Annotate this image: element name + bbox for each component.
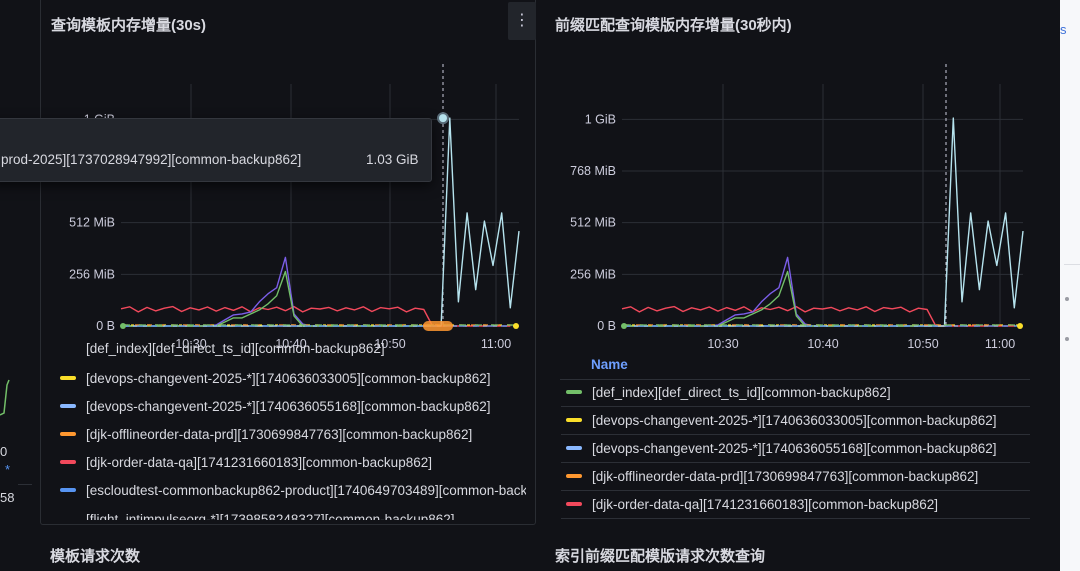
y-tick-label: 1 GiB bbox=[585, 112, 616, 126]
legend-label: [djk-order-data-qa][1741231660183][commo… bbox=[592, 496, 938, 512]
legend-item[interactable]: [djk-offlineorder-data-prd][173069984776… bbox=[60, 422, 526, 446]
chart-query-template-memory[interactable]: 0 B256 MiB512 MiB1 GiB10:3010:4010:5011:… bbox=[41, 40, 531, 360]
legend-color-swatch bbox=[60, 404, 76, 408]
panel-menu-button[interactable]: ⋮ bbox=[508, 2, 536, 40]
legend-item[interactable]: [def_index][def_direct_ts_id][common-bac… bbox=[566, 380, 1030, 404]
left-strip-sparkline bbox=[0, 379, 10, 416]
hover-overlap-marker bbox=[423, 321, 453, 331]
series-start-point bbox=[120, 323, 126, 329]
legend-label: [def_index][def_direct_ts_id][common-bac… bbox=[86, 342, 385, 356]
legend-item[interactable]: [djk-order-data-qa][1741231660183][commo… bbox=[566, 492, 1030, 516]
legend-item[interactable]: [devops-changevent-2025-*][1740636033005… bbox=[60, 366, 526, 390]
legend-item[interactable]: [devops-changevent-2025-*][1740636055168… bbox=[566, 436, 1030, 460]
legend-color-swatch bbox=[566, 418, 582, 422]
legend-item[interactable]: [devops-changevent-2025-*][1740636055168… bbox=[60, 394, 526, 418]
right-strip-dot-icon bbox=[1065, 297, 1069, 301]
legend-label: [djk-offlineorder-data-prd][173069984776… bbox=[86, 426, 473, 442]
legend-color-swatch bbox=[60, 376, 76, 380]
legend-color-swatch bbox=[60, 488, 76, 492]
legend-label: [djk-offlineorder-data-prd][173069984776… bbox=[592, 468, 979, 484]
series-end-point bbox=[513, 323, 519, 329]
legend-item[interactable]: [djk-order-data-qa][1741231660183][commo… bbox=[60, 450, 526, 474]
legend-row-divider bbox=[561, 434, 1030, 435]
legend-label: [devops-changevent-2025-*][1740636055168… bbox=[592, 440, 997, 456]
right-strip: s bbox=[1060, 0, 1080, 571]
right-strip-divider bbox=[1064, 264, 1080, 265]
x-tick-label: 11:00 bbox=[985, 337, 1015, 351]
legend-color-swatch bbox=[566, 390, 582, 394]
y-tick-label: 0 B bbox=[96, 319, 115, 333]
legend-item[interactable]: [devops-changevent-2025-*][1740636033005… bbox=[566, 408, 1030, 432]
legend-color-swatch bbox=[60, 432, 76, 436]
legend-item[interactable]: [djk-offlineorder-data-prd][173069984776… bbox=[566, 464, 1030, 488]
y-tick-label: 256 MiB bbox=[570, 267, 616, 281]
series-line bbox=[622, 256, 928, 327]
legend-label: [escloudtest-commonbackup862-product][17… bbox=[86, 482, 526, 498]
left-strip-star: * bbox=[5, 462, 11, 477]
panel-title: 前缀匹配查询模版内存增量(30秒内) bbox=[555, 17, 792, 34]
y-tick-label: 768 MiB bbox=[570, 164, 616, 178]
legend-label: [djk-order-data-qa][1741231660183][commo… bbox=[86, 454, 432, 470]
series-line bbox=[621, 305, 1015, 327]
legend-label: [devops-changevent-2025-*][1740636033005… bbox=[86, 370, 491, 386]
x-tick-label: 10:40 bbox=[807, 337, 838, 351]
chart-prefix-match-memory[interactable]: 0 B 256 MiB 512 MiB 768 MiB 1 GiB 10:30 10:40 1… bbox=[545, 40, 1035, 360]
panel-title-prefix-template-requests: 索引前缀匹配模版请求次数查询 bbox=[555, 548, 766, 565]
right-strip-label[interactable]: s bbox=[1060, 22, 1067, 37]
y-tick-label: 256 MiB bbox=[69, 267, 115, 281]
left-strip: 0 * 58 bbox=[0, 0, 30, 571]
legend-row-divider bbox=[561, 490, 1030, 491]
legend-row-divider bbox=[561, 462, 1030, 463]
legend-label: [flight_intimpulseorg-*][1739858248327][… bbox=[86, 512, 455, 520]
series-end-point bbox=[1017, 323, 1023, 329]
kebab-menu-icon: ⋮ bbox=[514, 12, 530, 29]
right-strip-dot-icon bbox=[1065, 337, 1069, 341]
legend-label: [devops-changevent-2025-*][1740636055168… bbox=[86, 398, 491, 414]
left-strip-divider bbox=[18, 484, 32, 485]
series-line bbox=[121, 270, 424, 327]
left-strip-value-a: 0 bbox=[0, 444, 8, 459]
y-tick-label: 512 MiB bbox=[570, 216, 616, 230]
panel-title: 查询模板内存增量(30s) bbox=[51, 17, 207, 34]
y-tick-label: 512 MiB bbox=[69, 216, 115, 230]
legend-label: [def_index][def_direct_ts_id][common-bac… bbox=[592, 384, 891, 400]
hover-point bbox=[437, 112, 449, 125]
legend-color-swatch bbox=[566, 446, 582, 450]
legend-partial-top[interactable]: [def_index][def_direct_ts_id][common-bac… bbox=[60, 342, 530, 356]
left-strip-value-b: 58 bbox=[0, 490, 15, 505]
legend-color-swatch bbox=[566, 502, 582, 506]
x-tick-label: 10:30 bbox=[707, 337, 738, 351]
series-line bbox=[121, 256, 424, 327]
x-tick-label: 10:50 bbox=[907, 337, 938, 351]
tooltip-value: 1.03 GiB bbox=[366, 152, 419, 167]
tooltip-series-label: prod-2025][1737028947992][common-backup8… bbox=[1, 152, 302, 167]
legend-label: [devops-changevent-2025-*][1740636033005… bbox=[592, 412, 997, 428]
legend-header-name[interactable]: Name bbox=[591, 357, 628, 372]
series-start-point bbox=[621, 323, 627, 329]
chart-tooltip: prod-2025][1737028947992][common-backup8… bbox=[0, 118, 432, 182]
series-line bbox=[622, 270, 928, 327]
legend-partial-bottom[interactable]: [flight_intimpulseorg-*][1739858248327][… bbox=[60, 510, 530, 520]
y-tick-label: 0 B bbox=[597, 319, 616, 333]
legend-row-divider bbox=[561, 406, 1030, 407]
legend-row-divider bbox=[561, 518, 1030, 519]
legend-item[interactable]: [escloudtest-commonbackup862-product][17… bbox=[60, 478, 526, 502]
panel-title-template-requests: 模板请求次数 bbox=[50, 548, 141, 565]
legend-color-swatch bbox=[60, 460, 76, 464]
legend-color-swatch bbox=[566, 474, 582, 478]
